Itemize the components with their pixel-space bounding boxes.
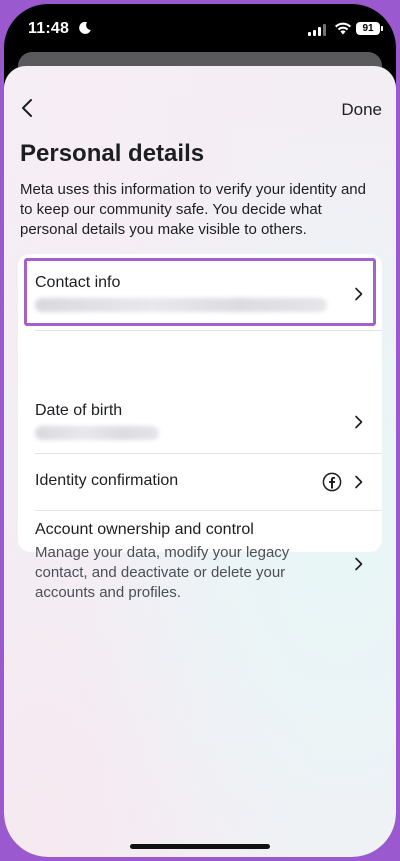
page-description: Meta uses this information to verify you… <box>20 181 366 238</box>
account-ownership-description: Manage your data, modify your legacy con… <box>35 544 290 601</box>
date-of-birth-value-redacted <box>35 426 159 440</box>
account-ownership-label: Account ownership and control <box>35 521 254 538</box>
details-card: Contact info Date of birth Identity conf… <box>18 254 382 601</box>
date-of-birth-row[interactable]: Date of birth <box>18 331 382 453</box>
home-indicator[interactable] <box>130 844 270 849</box>
chevron-right-icon <box>355 475 363 489</box>
status-time: 11:48 <box>28 20 70 37</box>
cellular-signal-icon <box>308 24 326 36</box>
personal-details-sheet: Done Personal details Meta uses this inf… <box>4 66 396 857</box>
identity-confirmation-row[interactable]: Identity confirmation <box>18 454 382 510</box>
identity-confirmation-label: Identity confirmation <box>35 472 179 489</box>
page-title: Personal details <box>20 140 205 167</box>
done-button[interactable]: Done <box>341 100 382 120</box>
date-of-birth-label: Date of birth <box>35 402 123 419</box>
wifi-icon <box>335 22 351 35</box>
status-bar: 11:48 91 <box>4 4 396 58</box>
chevron-right-icon <box>355 415 363 429</box>
moon-icon <box>79 21 91 34</box>
phone-screen: 11:48 91 Done Personal details Meta uses… <box>4 4 396 857</box>
contact-info-row[interactable]: Contact info <box>18 254 382 330</box>
back-arrow-icon[interactable] <box>16 96 40 120</box>
battery-indicator: 91 <box>356 22 383 35</box>
highlight-box <box>24 258 376 326</box>
facebook-icon <box>322 472 342 492</box>
account-ownership-row[interactable]: Account ownership and control Manage you… <box>18 511 382 611</box>
chevron-right-icon <box>355 557 363 571</box>
